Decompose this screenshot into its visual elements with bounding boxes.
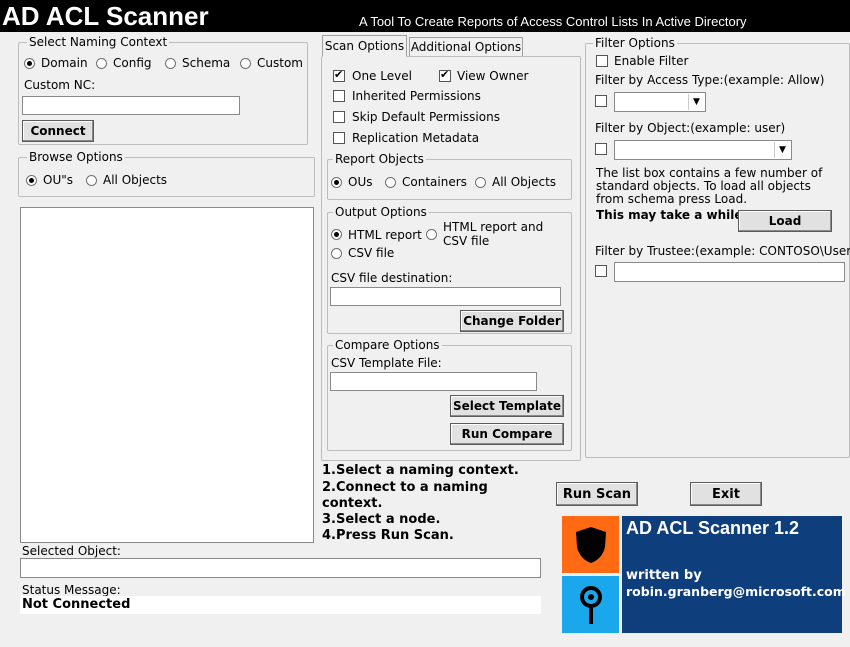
custom-nc-label: Custom NC: [24, 78, 96, 92]
load-button[interactable]: Load [738, 210, 832, 232]
filter-access-type-checkbox[interactable] [595, 95, 607, 107]
filter-trustee-label: Filter by Trustee:(example: CONTOSO\User… [595, 244, 850, 258]
inherited-permissions-checkbox[interactable] [333, 90, 345, 102]
radio-all-objects-browse-label: All Objects [103, 173, 168, 187]
enable-filter-label: Enable Filter [614, 54, 689, 68]
about-email: robin.granberg@microsoft.com [626, 584, 846, 599]
filter-options-legend: Filter Options [593, 36, 677, 50]
selected-object-input[interactable] [20, 558, 541, 578]
instruction-step-2: 2.Connect to a naming context. [322, 480, 488, 511]
skip-default-permissions-checkbox[interactable] [333, 111, 345, 123]
status-message-value: Not Connected [22, 597, 131, 612]
tab-additional-options[interactable]: Additional Options [409, 37, 523, 56]
browse-options-legend: Browse Options [27, 150, 125, 164]
app-subtitle: A Tool To Create Reports of Access Contr… [359, 14, 747, 29]
one-level-label: One Level [352, 69, 412, 83]
inherited-permissions-label: Inherited Permissions [352, 89, 481, 103]
radio-custom-label: Custom [257, 56, 303, 70]
radio-report-all-objects[interactable] [475, 177, 486, 188]
report-objects-legend: Report Objects [333, 152, 426, 166]
status-message-box: Not Connected [20, 596, 541, 614]
output-options-legend: Output Options [333, 205, 429, 219]
one-level-checkbox[interactable] [333, 68, 345, 82]
radio-schema[interactable] [165, 58, 176, 69]
radio-report-containers-label: Containers [402, 175, 467, 189]
radio-html-and-csv-label: HTML report and CSV file [443, 220, 544, 248]
view-owner-checkbox[interactable] [439, 68, 451, 82]
access-type-combo[interactable]: ▼ [614, 92, 706, 112]
compare-options-legend: Compare Options [333, 338, 442, 352]
magnifier-icon [562, 576, 619, 633]
about-title: AD ACL Scanner 1.2 [626, 518, 800, 538]
filter-object-checkbox[interactable] [595, 143, 607, 155]
radio-html-report[interactable] [331, 229, 342, 240]
status-message-label: Status Message: [22, 583, 121, 597]
radio-all-objects-browse[interactable] [86, 175, 97, 186]
instruction-step-1: 1.Select a naming context. [322, 463, 519, 478]
radio-html-and-csv[interactable] [426, 229, 437, 240]
radio-domain-label: Domain [41, 56, 88, 70]
chevron-down-icon: ▼ [774, 142, 790, 158]
radio-report-containers[interactable] [385, 177, 396, 188]
radio-csv-file[interactable] [331, 248, 342, 259]
trustee-input[interactable] [614, 262, 845, 282]
radio-ous[interactable] [26, 175, 37, 186]
select-template-button[interactable]: Select Template [450, 395, 564, 417]
radio-schema-label: Schema [182, 56, 231, 70]
title-bar: AD ACL Scanner A Tool To Create Reports … [0, 0, 850, 32]
tab-scan-options[interactable]: Scan Options [322, 35, 407, 57]
connect-button[interactable]: Connect [22, 120, 94, 142]
radio-csv-file-label: CSV file [348, 246, 395, 260]
naming-context-legend: Select Naming Context [27, 35, 170, 49]
custom-nc-input[interactable] [22, 96, 240, 115]
about-written-by: written by [626, 568, 702, 583]
replication-metadata-checkbox[interactable] [333, 132, 345, 144]
radio-report-all-objects-label: All Objects [492, 175, 557, 189]
chevron-down-icon: ▼ [688, 94, 704, 110]
change-folder-button[interactable]: Change Folder [460, 310, 564, 332]
csv-template-label: CSV Template File: [331, 356, 442, 370]
skip-default-permissions-label: Skip Default Permissions [352, 110, 500, 124]
filter-trustee-checkbox[interactable] [595, 265, 607, 277]
csv-template-input[interactable] [330, 372, 537, 391]
about-panel: AD ACL Scanner 1.2 written by robin.gran… [622, 516, 846, 633]
radio-config[interactable] [96, 58, 107, 69]
filter-object-label: Filter by Object:(example: user) [595, 121, 786, 135]
radio-report-ous[interactable] [331, 177, 342, 188]
instruction-step-3: 3.Select a node. [322, 512, 441, 527]
csv-destination-label: CSV file destination: [331, 271, 453, 285]
enable-filter-checkbox[interactable] [596, 55, 608, 67]
run-compare-button[interactable]: Run Compare [450, 423, 564, 445]
radio-custom[interactable] [240, 58, 251, 69]
exit-button[interactable]: Exit [690, 482, 762, 506]
filter-warning-text: This may take a while! [596, 208, 748, 222]
radio-config-label: Config [113, 56, 152, 70]
filter-info-text: The list box contains a few number of st… [596, 166, 823, 206]
radio-html-report-label: HTML report [348, 228, 422, 242]
radio-domain[interactable] [24, 58, 35, 69]
radio-ous-label: OU"s [43, 173, 73, 187]
view-owner-label: View Owner [457, 69, 529, 83]
ou-tree-view[interactable] [20, 207, 314, 543]
radio-report-ous-label: OUs [348, 175, 373, 189]
app-title: AD ACL Scanner [2, 1, 209, 31]
shield-icon [562, 516, 619, 573]
filter-access-type-label: Filter by Access Type:(example: Allow) [595, 73, 825, 87]
run-scan-button[interactable]: Run Scan [556, 482, 638, 506]
csv-destination-input[interactable] [330, 287, 561, 306]
replication-metadata-label: Replication Metadata [352, 131, 480, 145]
selected-object-label: Selected Object: [22, 544, 121, 558]
object-combo[interactable]: ▼ [614, 140, 792, 160]
instruction-step-4: 4.Press Run Scan. [322, 528, 454, 543]
